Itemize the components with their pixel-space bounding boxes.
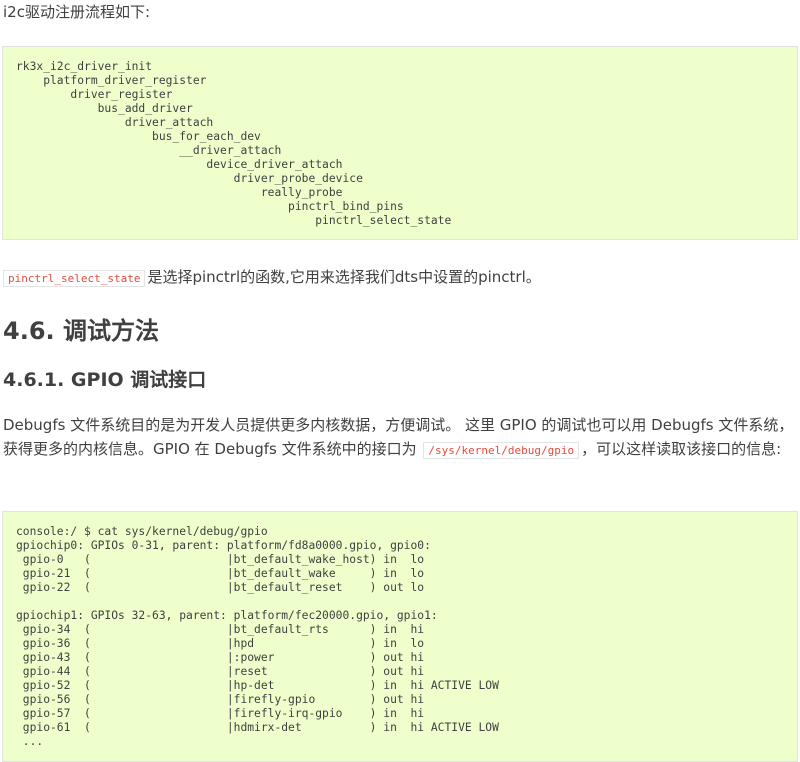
driver-register-flow-code-block[interactable]: rk3x_i2c_driver_init platform_driver_reg… [2, 46, 798, 240]
intro-paragraph: i2c驱动注册流程如下: [3, 3, 151, 21]
pinctrl-select-state-paragraph: pinctrl_select_state 是选择pinctrl的函数,它用来选择我… [3, 265, 793, 291]
gpio-debugfs-output-code[interactable]: console:/ $ cat sys/kernel/debug/gpio gp… [3, 512, 797, 749]
pinctrl-select-state-description: 是选择pinctrl的函数,它用来选择我们dts中设置的pinctrl。 [147, 268, 541, 286]
pinctrl-select-state-inline-code: pinctrl_select_state [3, 270, 146, 287]
section-heading-debug-methods: 4.6. 调试方法 [3, 317, 159, 345]
debugfs-text-after: ，可以这样读取该接口的信息: [581, 440, 782, 458]
document-page: i2c驱动注册流程如下: rk3x_i2c_driver_init platfo… [0, 0, 800, 762]
debugfs-gpio-path-inline-code: /sys/kernel/debug/gpio [423, 442, 580, 459]
debugfs-paragraph: Debugfs 文件系统目的是为开发人员提供更多内核数据，方便调试。 这里 GP… [3, 413, 796, 463]
subsection-heading-gpio-debug-interface: 4.6.1. GPIO 调试接口 [3, 369, 207, 391]
driver-register-flow-code[interactable]: rk3x_i2c_driver_init platform_driver_reg… [3, 47, 797, 228]
gpio-debugfs-output-code-block[interactable]: console:/ $ cat sys/kernel/debug/gpio gp… [2, 511, 798, 762]
